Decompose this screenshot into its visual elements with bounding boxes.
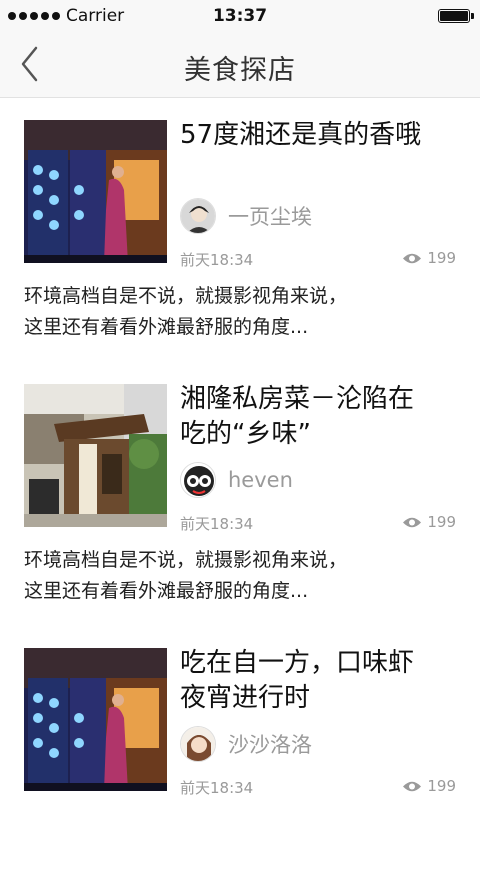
post-title: 湘隆私房菜－沦陷在 吃的“乡味” xyxy=(180,382,465,452)
post-date: 前天18:34 xyxy=(180,251,254,269)
post-title: 57度湘还是真的香哦 xyxy=(180,120,422,150)
post-card[interactable]: 57度湘还是真的香哦 一页尘埃 前天18:34 199 环境高档自是不说，就摄影… xyxy=(0,98,480,363)
eye-icon xyxy=(403,781,422,791)
post-date: 前天18:34 xyxy=(180,515,254,533)
post-card[interactable]: 湘隆私房菜－沦陷在 吃的“乡味” heven 前天18:34 199 环境高档自… xyxy=(0,362,480,627)
avatar[interactable] xyxy=(180,726,216,762)
title-line: 夜宵进行时 xyxy=(180,683,311,713)
description-line: 这里还有着看外滩最舒服的角度... xyxy=(24,316,309,338)
author-name[interactable]: heven xyxy=(228,468,293,492)
view-count-value: 199 xyxy=(427,249,456,267)
title-line: 湘隆私房菜－沦陷在 xyxy=(180,384,415,414)
view-count: 199 xyxy=(402,513,456,531)
eye-icon xyxy=(403,517,422,527)
post-thumbnail xyxy=(24,120,167,263)
author-info: 沙沙洛洛 xyxy=(180,726,312,762)
avatar[interactable] xyxy=(180,462,216,498)
post-description: 环境高档自是不说，就摄影视角来说， 这里还有着看外滩最舒服的角度... xyxy=(24,281,464,343)
author-info: 一页尘埃 xyxy=(180,198,312,234)
carrier-label: Carrier xyxy=(66,6,125,26)
view-count: 199 xyxy=(402,777,456,795)
post-date: 前天18:34 xyxy=(180,779,254,797)
post-description: 环境高档自是不说，就摄影视角来说， 这里还有着看外滩最舒服的角度... xyxy=(24,545,464,607)
author-name[interactable]: 沙沙洛洛 xyxy=(228,729,312,759)
eye-icon xyxy=(403,253,422,263)
battery-icon xyxy=(438,9,474,23)
post-thumbnail xyxy=(24,384,167,527)
page-title: 美食探店 xyxy=(184,55,296,86)
signal-strength-icon xyxy=(8,12,60,20)
description-line: 这里还有着看外滩最舒服的角度... xyxy=(24,580,309,602)
author-info: heven xyxy=(180,462,293,498)
title-line: 吃在自一方，口味虾 xyxy=(180,648,415,678)
description-line: 环境高档自是不说，就摄影视角来说， xyxy=(24,549,348,571)
description-line: 环境高档自是不说，就摄影视角来说， xyxy=(24,285,348,307)
author-name[interactable]: 一页尘埃 xyxy=(228,201,312,231)
post-title: 吃在自一方，口味虾 夜宵进行时 xyxy=(180,646,465,716)
back-button[interactable] xyxy=(12,42,52,86)
status-bar: Carrier 13:37 xyxy=(0,0,480,32)
title-line: 吃的“乡味” xyxy=(180,419,311,449)
view-count: 199 xyxy=(402,249,456,267)
post-thumbnail xyxy=(24,648,167,791)
post-card[interactable]: 吃在自一方，口味虾 夜宵进行时 沙沙洛洛 前天18:34 199 xyxy=(0,626,480,891)
avatar[interactable] xyxy=(180,198,216,234)
view-count-value: 199 xyxy=(427,777,456,795)
navigation-bar: 美食探店 xyxy=(0,32,480,98)
view-count-value: 199 xyxy=(427,513,456,531)
chevron-left-icon xyxy=(21,46,38,82)
